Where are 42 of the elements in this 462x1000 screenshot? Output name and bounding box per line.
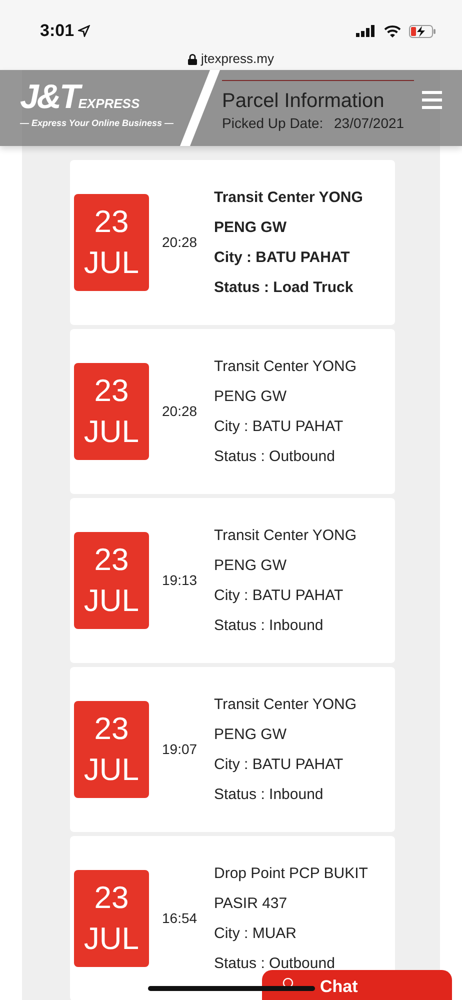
event-location: Transit Center YONG PENG GW <box>214 526 358 576</box>
event-city: City : MUAR <box>214 924 298 944</box>
event-location: Transit Center YONG PENG GW <box>214 188 364 238</box>
url-text[interactable]: jtexpress.my <box>201 49 274 69</box>
field-value: 23/07/2021 <box>334 114 404 133</box>
date-text: 23 <box>94 541 129 580</box>
battery-charging-icon <box>409 24 436 38</box>
date-text: JUL <box>84 750 140 788</box>
event-city: City : BATU PAHAT <box>214 416 344 436</box>
event-city: City : BATU PAHAT <box>214 248 351 268</box>
event-time: 20:28 <box>162 403 198 419</box>
menu-button[interactable] <box>422 88 442 112</box>
event-time: 20:28 <box>162 234 198 250</box>
event-location: Drop Point PCP BUKIT PASIR 437 <box>214 864 369 914</box>
event-time: 16:54 <box>162 910 198 926</box>
date-text: JUL <box>84 920 140 958</box>
date-text: JUL <box>84 412 140 450</box>
event-status: Status : Inbound <box>214 784 324 804</box>
field-label: Picked Up Date: <box>222 114 324 133</box>
event-city: City : BATU PAHAT <box>214 586 344 606</box>
event-location: Transit Center YONG PENG GW <box>214 694 358 744</box>
signal-icon <box>356 25 376 37</box>
logo[interactable]: J&TEXPRESS — Express Your Online Business — <box>20 80 174 130</box>
event-location: Transit Center YONG PENG GW <box>214 356 358 406</box>
date-text: 23 <box>94 203 129 242</box>
event-time: 19:07 <box>162 741 198 757</box>
event-status: Status : Load Truck <box>214 278 354 298</box>
lock-icon <box>188 54 198 64</box>
date-text: JUL <box>84 582 140 620</box>
clock-time: 3:01 <box>40 20 74 42</box>
date-text: JUL <box>84 244 140 282</box>
wifi-icon <box>384 24 401 38</box>
date-text: 23 <box>94 879 129 918</box>
location-arrow-icon <box>78 25 90 37</box>
date-text: 23 <box>94 710 129 748</box>
event-city: City : BATU PAHAT <box>214 754 344 774</box>
event-status: Status : Outbound <box>214 446 336 466</box>
event-time: 19:13 <box>162 572 198 588</box>
event-status: Status : Inbound <box>214 616 324 636</box>
date-text: 23 <box>94 372 129 410</box>
section-title: Parcel Information <box>222 89 386 113</box>
chat-button[interactable]: Chat <box>262 970 452 1000</box>
